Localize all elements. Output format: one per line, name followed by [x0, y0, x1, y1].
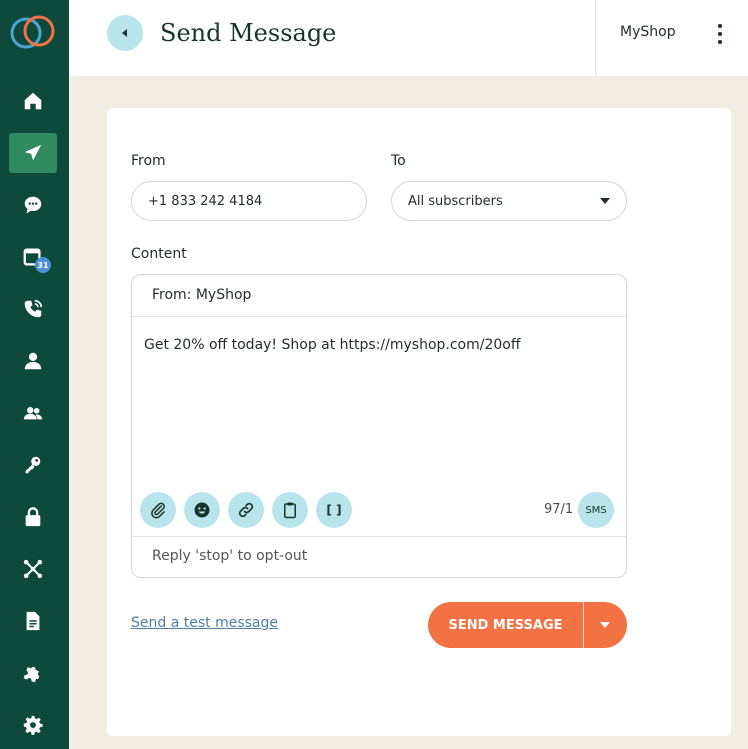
send-options-button[interactable] — [584, 602, 627, 648]
optout-text: Reply 'stop' to opt-out — [152, 548, 308, 564]
sidebar-item-settings[interactable] — [9, 705, 57, 745]
divider — [132, 316, 626, 317]
key-icon — [25, 456, 41, 474]
gear-icon — [23, 715, 43, 735]
chevron-left-icon — [122, 29, 127, 37]
content-label: Content — [131, 246, 187, 262]
sidebar-item-chat[interactable] — [9, 185, 57, 225]
document-icon — [26, 611, 40, 631]
more-options-icon[interactable] — [710, 20, 730, 48]
users-icon — [23, 407, 43, 420]
message-textarea[interactable]: Get 20% off today! Shop at https://mysho… — [144, 337, 521, 353]
sidebar-item-calls[interactable] — [9, 289, 57, 329]
send-message-button[interactable]: SEND MESSAGE — [428, 602, 583, 648]
sidebar-item-send[interactable] — [9, 133, 57, 173]
channel-badge: SMS — [578, 492, 614, 528]
emoji-button[interactable] — [184, 492, 220, 528]
sidebar-item-keys[interactable] — [9, 445, 57, 485]
sidebar-item-security[interactable] — [9, 497, 57, 537]
merge-field-button[interactable]: [ ] — [316, 492, 352, 528]
message-composer: From: MyShop Get 20% off today! Shop at … — [131, 274, 627, 578]
link-icon — [238, 502, 254, 518]
sidebar-item-apps[interactable] — [9, 653, 57, 693]
to-select-value: All subscribers — [408, 193, 503, 209]
sidebar-item-groups[interactable] — [9, 393, 57, 433]
character-count: 97/1 — [544, 502, 574, 517]
divider — [132, 536, 626, 537]
sidebar-item-contacts[interactable] — [9, 341, 57, 381]
sidebar: 31 — [0, 0, 69, 749]
sidebar-item-calendar[interactable]: 31 — [9, 237, 57, 277]
home-icon — [24, 92, 42, 110]
send-icon — [24, 144, 42, 161]
send-message-card: From +1 833 242 4184 To All subscribers … — [107, 108, 731, 736]
paperclip-icon — [151, 502, 165, 519]
emoji-icon — [194, 502, 210, 518]
page-title: Send Message — [160, 19, 337, 47]
to-label: To — [391, 153, 406, 169]
network-icon — [23, 559, 43, 579]
sidebar-item-documents[interactable] — [9, 601, 57, 641]
shop-switcher[interactable]: MyShop — [620, 24, 676, 40]
back-button[interactable] — [107, 15, 143, 51]
from-label: From — [131, 153, 166, 169]
chevron-down-icon — [600, 622, 610, 628]
template-button[interactable] — [272, 492, 308, 528]
dropdown-caret-icon — [600, 198, 610, 204]
link-button[interactable] — [228, 492, 264, 528]
from-field[interactable]: +1 833 242 4184 — [131, 181, 367, 221]
phone-icon — [24, 299, 43, 318]
sidebar-item-home[interactable] — [9, 81, 57, 121]
clipboard-icon — [284, 502, 296, 519]
send-test-link[interactable]: Send a test message — [131, 615, 278, 631]
chat-icon — [24, 196, 42, 214]
top-header: Send Message MyShop — [69, 0, 748, 76]
compose-from-line: From: MyShop — [152, 287, 252, 303]
header-divider — [595, 0, 596, 76]
lock-icon — [25, 507, 41, 527]
user-icon — [24, 352, 42, 370]
attach-button[interactable] — [140, 492, 176, 528]
sidebar-item-integrations[interactable] — [9, 549, 57, 589]
app-logo — [10, 15, 55, 49]
puzzle-icon — [23, 666, 40, 683]
to-select[interactable]: All subscribers — [391, 181, 627, 221]
calendar-badge: 31 — [35, 257, 51, 273]
